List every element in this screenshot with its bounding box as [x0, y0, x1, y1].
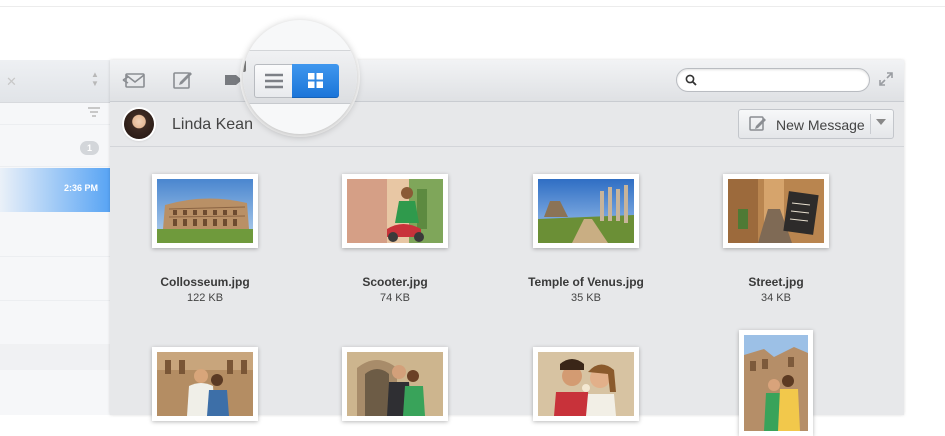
list-view-button[interactable] [254, 64, 293, 98]
file-item[interactable] [506, 347, 666, 421]
file-thumbnail[interactable] [739, 330, 813, 436]
file-thumbnail[interactable] [533, 347, 639, 421]
compose-icon[interactable] [170, 68, 196, 92]
file-item[interactable] [125, 347, 285, 421]
file-thumbnail[interactable] [342, 347, 448, 421]
chevron-down-icon[interactable] [876, 119, 886, 125]
file-item[interactable]: Street.jpg 34 KB [696, 174, 856, 304]
selected-message-row[interactable]: 2:36 PM [0, 168, 110, 212]
compose-icon [748, 115, 768, 138]
file-item[interactable] [315, 347, 475, 421]
list-divider [0, 300, 110, 301]
conversation-header: Linda Kean New Message [110, 102, 904, 147]
file-item[interactable]: Collosseum.jpg 122 KB [125, 174, 285, 304]
couple-arch-photo [347, 352, 443, 416]
file-item[interactable] [696, 330, 856, 436]
file-name: Temple of Venus.jpg [528, 275, 644, 289]
expand-icon[interactable] [878, 71, 894, 92]
unread-badge: 1 [80, 141, 99, 155]
avatar[interactable] [124, 109, 154, 139]
file-size: 35 KB [571, 292, 601, 304]
file-name: Collosseum.jpg [160, 275, 250, 289]
new-message-label: New Message [776, 117, 865, 133]
top-divider [0, 6, 945, 7]
conversation-window: Linda Kean New Message Collosseum.jpg 12… [110, 60, 904, 436]
message-list-toolbar: ✕ ▲ ▼ [0, 60, 110, 103]
grid-view-icon [308, 73, 323, 88]
list-divider [0, 124, 110, 125]
file-thumbnail[interactable] [152, 174, 258, 248]
file-item[interactable]: Temple of Venus.jpg 35 KB [506, 174, 666, 304]
file-size: 74 KB [380, 292, 410, 304]
filter-icon[interactable] [88, 107, 100, 117]
label-icon [243, 60, 246, 72]
file-name: Street.jpg [748, 275, 804, 289]
grid-view-button[interactable] [292, 64, 339, 98]
new-message-button[interactable]: New Message [738, 109, 894, 139]
street-photo [728, 179, 824, 243]
file-size: 122 KB [186, 292, 224, 304]
list-item[interactable] [0, 344, 110, 370]
message-time: 2:36 PM [63, 183, 98, 193]
search-field[interactable] [676, 68, 870, 92]
clear-icon[interactable]: ✕ [6, 74, 17, 90]
message-list-panel: ✕ ▲ ▼ 1 2:36 PM [0, 60, 110, 415]
file-thumbnail[interactable] [723, 174, 829, 248]
main-toolbar [110, 60, 904, 102]
temple-photo [538, 179, 634, 243]
list-divider [0, 256, 110, 257]
file-thumbnail[interactable] [533, 174, 639, 248]
scooter-photo [347, 179, 443, 243]
view-toggle-magnifier [243, 20, 357, 134]
file-thumbnail[interactable] [342, 174, 448, 248]
sort-updown-icon[interactable]: ▲ ▼ [91, 70, 99, 88]
file-item[interactable]: Scooter.jpg 74 KB [315, 174, 475, 304]
file-size: 34 KB [761, 292, 791, 304]
search-input[interactable] [703, 71, 865, 89]
colosseum-photo [157, 179, 253, 243]
couple-ruins-photo [744, 335, 808, 431]
reply-all-icon[interactable] [122, 68, 148, 92]
gelato-couple-photo [538, 352, 634, 416]
contact-name[interactable]: Linda Kean [172, 116, 253, 134]
file-name: Scooter.jpg [362, 275, 428, 289]
file-thumbnail[interactable] [152, 347, 258, 421]
button-divider [870, 114, 871, 134]
list-divider [0, 166, 110, 167]
couple-colosseum-photo [157, 352, 253, 416]
list-view-icon [265, 73, 283, 89]
search-icon [685, 74, 697, 86]
